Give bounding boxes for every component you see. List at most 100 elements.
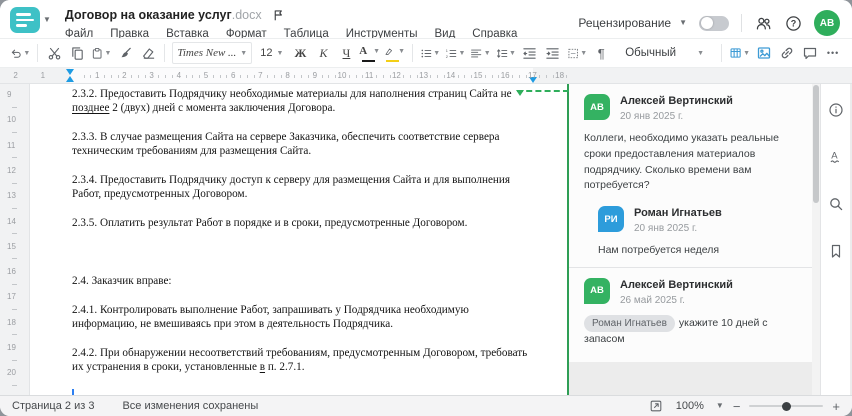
divider: [721, 44, 722, 62]
font-name-select[interactable]: Times New ... ▼: [172, 42, 253, 64]
insert-link-button[interactable]: [776, 41, 798, 65]
comment-button[interactable]: [799, 41, 821, 65]
ruler-number: 10: [337, 71, 347, 80]
copy-button[interactable]: [66, 41, 88, 65]
search-icon[interactable]: [825, 192, 847, 216]
app-menu-button[interactable]: ▼: [10, 7, 51, 33]
ruler-tick: [12, 207, 17, 209]
bold-button[interactable]: Ж: [289, 41, 311, 65]
paste-button[interactable]: ▼: [89, 41, 113, 65]
insert-image-button[interactable]: [753, 41, 775, 65]
decrease-indent-button[interactable]: [519, 41, 541, 65]
ruler-tick: [12, 157, 17, 159]
line-spacing-button[interactable]: ▼: [494, 41, 518, 65]
zoom-out-button[interactable]: −: [733, 400, 741, 413]
highlight-button[interactable]: ▼: [382, 41, 407, 65]
ruler-tick: [110, 75, 112, 78]
zoom-slider[interactable]: [749, 401, 824, 411]
ruler-tick: [362, 75, 364, 78]
user-avatar[interactable]: АВ: [814, 10, 840, 36]
ruler-tick: [437, 75, 439, 78]
header-right: Рецензирование ▼ ? АВ: [578, 10, 840, 36]
review-toggle[interactable]: [699, 15, 729, 31]
comment-header: РИ Роман Игнатьев 20 янв 2025 г.: [598, 206, 800, 234]
comment-anchor-icon: [516, 90, 524, 96]
ruler-tick: [444, 75, 445, 78]
ruler-tick: [192, 75, 194, 78]
ruler-tick: [546, 75, 547, 78]
paragraph[interactable]: 2.4.2. При обнаружении несоответствий тр…: [72, 346, 535, 374]
clear-format-button[interactable]: [137, 41, 159, 65]
increase-indent-button[interactable]: [542, 41, 564, 65]
paragraph[interactable]: [72, 245, 535, 259]
ruler-tick: [376, 75, 377, 78]
paragraph-borders-button[interactable]: ▼: [565, 41, 589, 65]
italic-button[interactable]: К: [312, 41, 334, 65]
paragraph[interactable]: 2.3.4. Предоставить Подрядчику доступ к …: [72, 173, 535, 201]
review-dropdown[interactable]: Рецензирование ▼: [578, 16, 687, 30]
chevron-down-icon[interactable]: ▼: [716, 402, 724, 410]
ruler-tick: [382, 75, 384, 78]
paragraph[interactable]: 2.4.1. Контролировать выполнение Работ, …: [72, 303, 535, 331]
document-page[interactable]: 2.3.2. Предоставить Подрядчику необходим…: [30, 84, 569, 395]
insert-table-button[interactable]: ▼: [727, 41, 752, 65]
comment[interactable]: АВ Алексей Вертинский 20 янв 2025 г. Коллег…: [584, 94, 800, 194]
left-indent-marker[interactable]: [66, 76, 74, 82]
flag-icon[interactable]: [272, 8, 285, 22]
ruler-tick: [12, 334, 17, 336]
align-button[interactable]: ▼: [468, 41, 492, 65]
help-icon[interactable]: ?: [785, 15, 802, 32]
chevron-down-icon: ▼: [43, 15, 51, 24]
ruler-number: 11: [7, 140, 16, 150]
ruler-tick: [12, 283, 17, 285]
ruler-number: 5: [203, 71, 209, 80]
paragraph-style-select[interactable]: Обычный ▼: [617, 41, 712, 65]
fit-page-icon[interactable]: [645, 394, 667, 416]
ruler-tick: [512, 75, 513, 78]
underline-button[interactable]: Ч: [335, 41, 357, 65]
ruler-number: 16: [500, 71, 510, 80]
first-line-indent-marker[interactable]: [66, 69, 74, 75]
app-logo-icon[interactable]: [10, 7, 40, 33]
numbered-list-button[interactable]: 1 2 ▼: [443, 41, 467, 65]
ruler-tick: [491, 75, 493, 78]
paragraph[interactable]: 2.3.2. Предоставить Подрядчику необходим…: [72, 87, 535, 115]
style-value: Обычный: [625, 47, 677, 59]
show-marks-button[interactable]: ¶: [590, 41, 612, 65]
zoom-value[interactable]: 100%: [676, 400, 704, 412]
comment-thread[interactable]: АВ Алексей Вертинский 20 янв 2025 г. Коллег…: [569, 84, 812, 267]
paragraph[interactable]: 2.4. Заказчик вправе:: [72, 274, 535, 288]
comment-date: 26 май 2025 г.: [620, 294, 685, 306]
paragraph[interactable]: 2.3.3. В случае размещения Сайта на серв…: [72, 130, 535, 158]
paragraph[interactable]: 2.3.5. Оплатить результат Работ в порядк…: [72, 216, 535, 230]
ruler-number: 10: [7, 115, 16, 125]
ruler-number: 9: [7, 90, 12, 99]
info-icon[interactable]: [825, 98, 847, 122]
bookmark-icon[interactable]: [825, 239, 847, 263]
undo-button[interactable]: ▼: [8, 41, 32, 65]
comment-reply[interactable]: РИ Роман Игнатьев 20 янв 2025 г. Нам потреб…: [598, 206, 800, 259]
comment[interactable]: АВ Алексей Вертинский 26 май 2025 г. Роман …: [584, 277, 800, 348]
font-color-button[interactable]: А ▼: [358, 41, 380, 65]
main-area: 9 10 11 12 13 14 15 16 17 18 19 20 2.3.2. Предостав…: [0, 84, 852, 395]
text-run: 2.4.1. Контролировать выполнение Работ, …: [72, 304, 469, 330]
zoom-slider-handle[interactable]: [782, 401, 792, 411]
more-tools-button[interactable]: •••: [822, 41, 844, 65]
vertical-scrollbar[interactable]: [812, 84, 820, 395]
scrollbar-thumb[interactable]: [813, 85, 819, 203]
ruler-number: 12: [7, 165, 16, 175]
zoom-in-button[interactable]: +: [832, 400, 840, 413]
ruler-number: 15: [7, 241, 16, 251]
spellcheck-icon[interactable]: А: [825, 145, 847, 169]
ruler-number: 15: [473, 71, 483, 80]
comment-thread[interactable]: АВ Алексей Вертинский 26 май 2025 г. Роман …: [569, 266, 812, 356]
mention-chip[interactable]: Роман Игнатьев: [584, 314, 675, 332]
ruler-number: 18: [555, 71, 565, 80]
ruler-tick: [301, 75, 303, 78]
cut-button[interactable]: [43, 41, 65, 65]
format-painter-button[interactable]: [114, 41, 136, 65]
font-size-select[interactable]: 12 ▼: [255, 42, 288, 64]
status-bar: Страница 2 из 3 Все изменения сохранены …: [0, 395, 852, 416]
collaborators-icon[interactable]: [754, 15, 773, 32]
bullet-list-button[interactable]: ▼: [418, 41, 442, 65]
